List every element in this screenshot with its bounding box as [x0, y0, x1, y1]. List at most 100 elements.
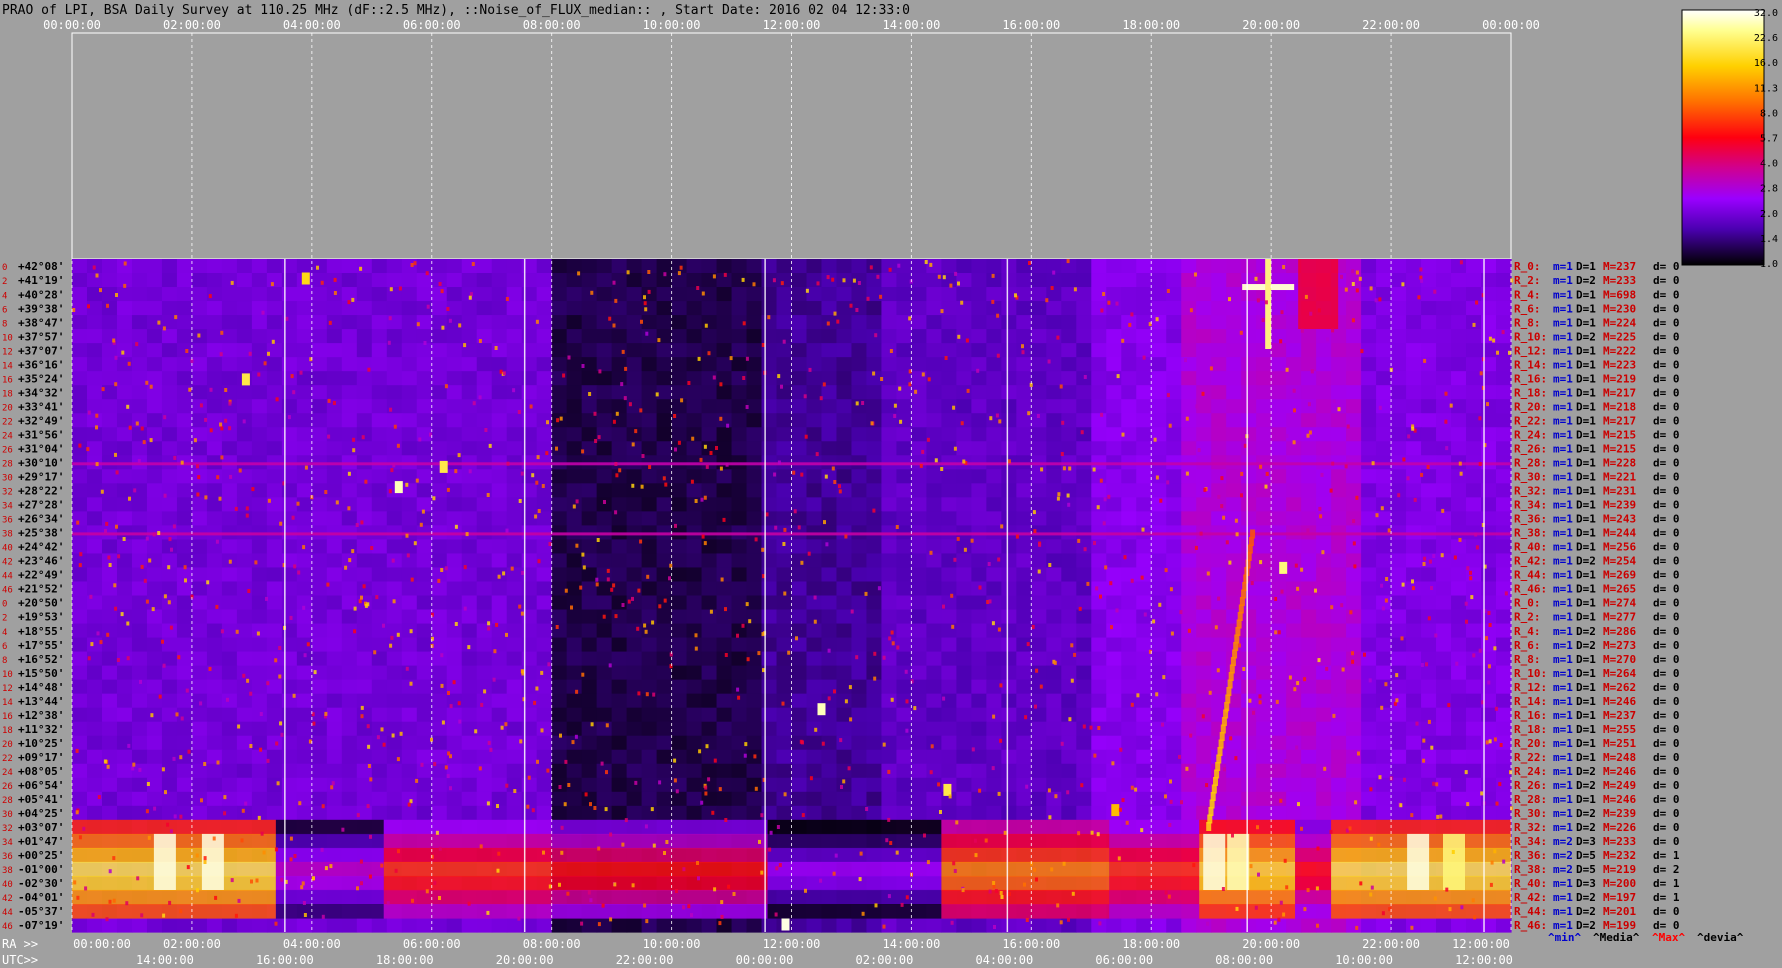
heatmap-cell	[956, 511, 972, 526]
heatmap-cell	[1001, 777, 1017, 793]
heatmap-cell	[221, 539, 238, 555]
heatmap-cell	[836, 721, 853, 737]
heatmap-cell	[401, 721, 418, 737]
heatmap-cell	[1166, 777, 1182, 793]
heatmap-cell	[941, 357, 957, 372]
heatmap-cell	[1121, 343, 1137, 358]
heatmap-cell	[386, 609, 403, 625]
heatmap-cell	[611, 735, 628, 751]
heatmap-cell	[431, 917, 448, 933]
heatmap-cell	[641, 651, 658, 667]
heatmap-cell	[1361, 581, 1377, 597]
heatmap-cell	[581, 441, 598, 456]
heatmap-cell	[881, 749, 898, 765]
heatmap-cell	[446, 553, 463, 569]
heatmap-cell	[806, 917, 823, 933]
heatmap-cell	[551, 623, 568, 639]
heatmap-cell	[86, 777, 103, 793]
noise-speckle	[197, 475, 201, 480]
heatmap-cell	[491, 441, 508, 456]
heatmap-cell	[266, 357, 283, 372]
noise-speckle	[1259, 464, 1263, 469]
heatmap-cell	[866, 917, 883, 933]
heatmap-cell	[206, 483, 223, 498]
heatmap-cell	[641, 539, 658, 555]
heatmap-cell	[656, 721, 673, 737]
heatmap-cell	[341, 469, 358, 484]
heatmap-cell	[911, 637, 928, 653]
heatmap-cell	[161, 399, 178, 414]
heatmap-cell	[1091, 609, 1107, 625]
heatmap-cell	[1091, 679, 1107, 695]
heatmap-cell	[1316, 413, 1332, 428]
heatmap-cell	[1091, 259, 1107, 274]
heatmap-cell	[1151, 917, 1167, 933]
heatmap-cell	[1496, 427, 1512, 442]
heatmap-cell	[131, 287, 148, 302]
heatmap-cell	[131, 329, 148, 344]
heatmap-cell	[1046, 343, 1062, 358]
heatmap-cell	[72, 371, 88, 386]
noise-speckle	[719, 416, 723, 421]
heatmap-cell	[506, 805, 523, 821]
heatmap-cell	[146, 511, 163, 526]
noise-speckle	[593, 411, 597, 416]
noise-speckle	[1455, 661, 1459, 666]
noise-speckle	[696, 286, 700, 290]
heatmap-cell	[1316, 763, 1332, 779]
heatmap-cell	[1376, 637, 1392, 653]
heatmap-cell	[206, 679, 223, 695]
heatmap-cell	[551, 497, 568, 512]
heatmap-cell	[356, 665, 373, 681]
heatmap-cell	[326, 721, 343, 737]
heatmap-cell	[236, 567, 253, 583]
heatmap-cell	[926, 567, 942, 583]
heatmap-cell	[356, 553, 373, 569]
heatmap-cell	[971, 707, 987, 723]
heatmap-cell	[761, 763, 778, 779]
heatmap-cell	[686, 721, 703, 737]
heatmap-cell	[731, 609, 748, 625]
heatmap-cell	[806, 749, 823, 765]
heatmap-cell	[656, 497, 673, 512]
noise-speckle	[874, 903, 878, 908]
heatmap-cell	[86, 427, 103, 442]
heatmap-cell	[626, 791, 643, 807]
noise-speckle	[215, 539, 219, 544]
heatmap-cell	[686, 917, 703, 933]
noise-speckle	[534, 514, 538, 519]
heatmap-cell	[761, 441, 778, 456]
heatmap-cell	[656, 371, 673, 386]
heatmap-cell	[311, 679, 328, 695]
heatmap-cell	[296, 805, 313, 821]
heatmap-cell	[86, 483, 103, 498]
heatmap-cell	[1091, 805, 1107, 821]
heatmap-cell	[266, 693, 283, 709]
heatmap-cell	[1001, 721, 1017, 737]
heatmap-cell	[626, 553, 643, 569]
heatmap-cell	[911, 609, 928, 625]
noise-speckle	[105, 521, 109, 526]
heatmap-cell	[1046, 469, 1062, 484]
heatmap-cell	[761, 651, 778, 667]
heatmap-cell	[596, 679, 613, 695]
heatmap-cell	[1451, 427, 1467, 442]
heatmap-cell	[311, 315, 328, 330]
heatmap-cell	[851, 763, 868, 779]
heatmap-cell	[1046, 763, 1062, 779]
heatmap-cell	[446, 511, 463, 526]
heatmap-cell	[401, 469, 418, 484]
heatmap-cell	[236, 707, 253, 723]
heatmap-cell	[836, 357, 853, 372]
heatmap-cell	[1106, 511, 1122, 526]
heatmap-cell	[686, 707, 703, 723]
heatmap-cell	[1076, 441, 1092, 456]
top-axis-label: 10:00:00	[643, 18, 701, 32]
heatmap-cell	[1361, 637, 1377, 653]
heatmap-cell	[431, 511, 448, 526]
bright-band-cell	[72, 819, 276, 835]
heatmap-cell	[626, 273, 643, 288]
heatmap-cell	[566, 469, 583, 484]
heatmap-cell	[746, 301, 763, 316]
heatmap-cell	[626, 385, 643, 400]
